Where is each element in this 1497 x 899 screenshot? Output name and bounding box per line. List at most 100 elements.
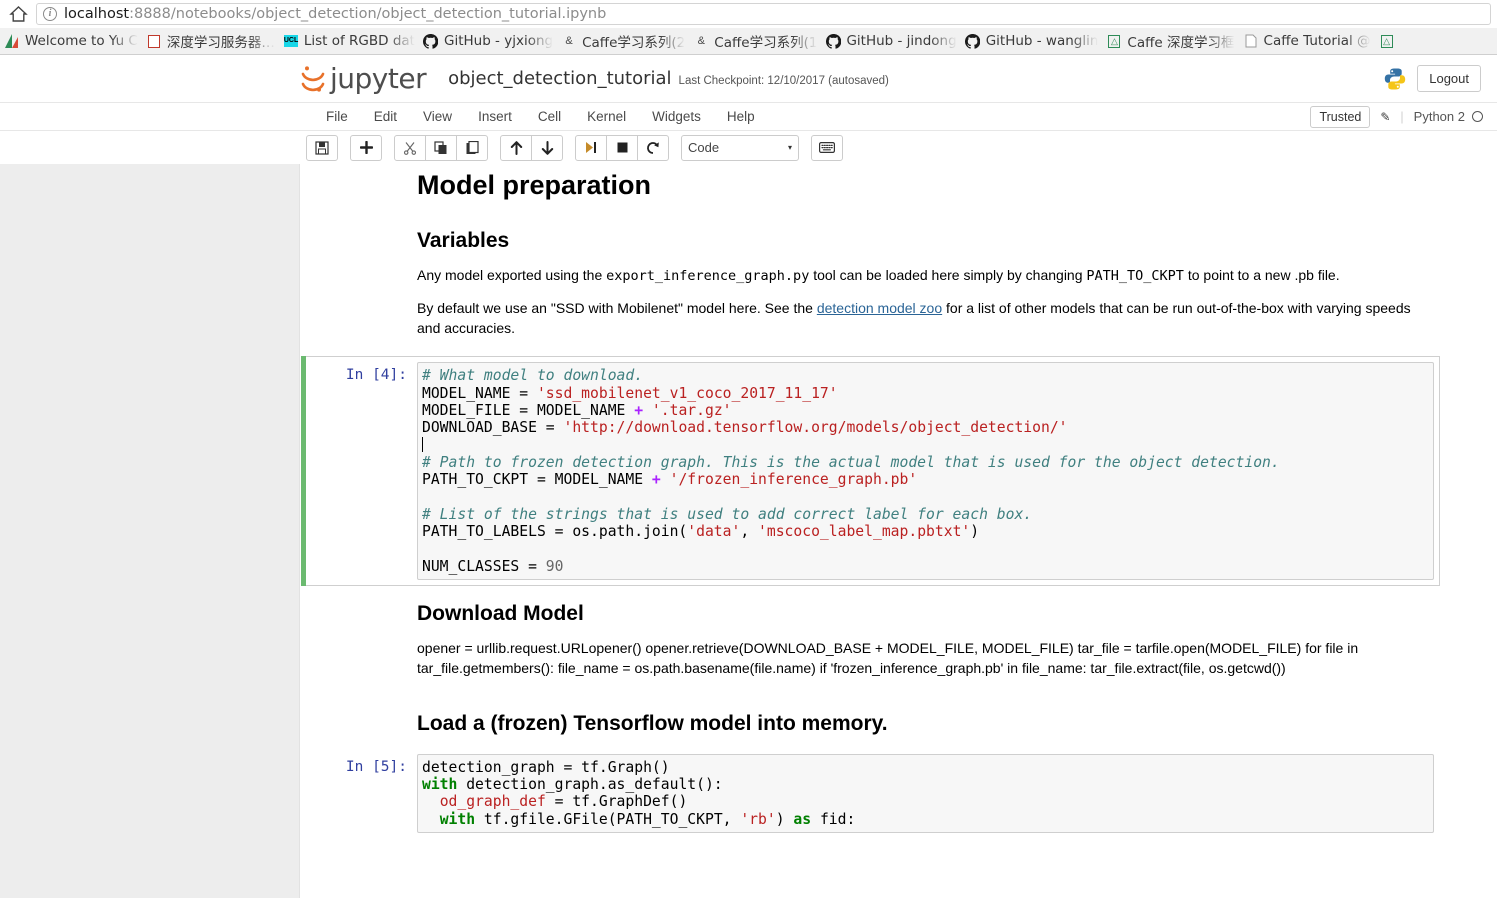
notebook-name[interactable]: object_detection_tutorial [448, 68, 671, 89]
bookmark-item[interactable]: △ [1377, 29, 1406, 54]
code-token: od_graph_def [439, 793, 546, 811]
code-token: 90 [545, 557, 564, 575]
notebook-cell-container: from utils import visualization_utils as… [301, 165, 1440, 839]
page-info-icon[interactable]: i [43, 7, 57, 21]
paste-cell-button[interactable] [456, 134, 488, 161]
code-token: # List of the strings that is used to ad… [422, 505, 1033, 523]
kernel-name-label: Python 2 [1413, 109, 1465, 124]
markdown-paragraph: Any model exported using the export_infe… [417, 265, 1434, 286]
cell-type-select[interactable]: Code ▾ [681, 134, 799, 161]
code-token: + [634, 401, 644, 419]
bookmark-item[interactable]: △ Caffe 深度学习框 [1104, 29, 1240, 54]
markdown-cell[interactable]: Download Model opener = urllib.request.UR… [301, 586, 1440, 696]
page-viewport: from utils import visualization_utils as… [0, 55, 1497, 898]
notebook-body[interactable]: from utils import visualization_utils as… [301, 165, 1440, 898]
code-token: 'ssd_mobilenet_v1_coco_2017_11_17' [536, 384, 838, 402]
run-cell-button[interactable] [575, 134, 607, 161]
bookmark-label: Caffe学习系列(2 [582, 35, 686, 51]
command-palette-button[interactable] [811, 134, 843, 161]
jupyter-logo-icon [300, 64, 326, 94]
menu-file[interactable]: File [313, 105, 361, 128]
bookmark-item[interactable]: Caffe Tutorial @ [1241, 29, 1377, 54]
insert-cell-below-button[interactable] [350, 134, 382, 161]
github-icon [965, 33, 981, 49]
menu-cell[interactable]: Cell [525, 105, 574, 128]
paragraph-text: to point to a new .pb file. [1183, 267, 1340, 284]
menu-view[interactable]: View [410, 105, 465, 128]
toolbar-group [811, 134, 843, 161]
code-line: od_graph_def = tf.GraphDef() [422, 793, 1428, 810]
cell-input-area[interactable]: detection_graph = tf.Graph() with detecti… [417, 753, 1434, 834]
python-logo [1383, 67, 1407, 91]
copy-cell-button[interactable] [425, 134, 457, 161]
code-cell[interactable]: In [4]: # What model to download. MODEL_NA… [301, 356, 1440, 586]
text-cursor [422, 437, 423, 453]
code-line: # List of the strings that is used to ad… [422, 506, 1428, 523]
code-cell[interactable]: In [5]: detection_graph = tf.Graph() with … [301, 748, 1440, 839]
markdown-cell[interactable]: Load a (frozen) Tensorflow model into me… [301, 696, 1440, 748]
restart-kernel-button[interactable] [637, 134, 669, 161]
bookmark-item[interactable]: 深度学习服务器… [144, 29, 281, 54]
save-button[interactable] [306, 134, 338, 161]
move-cell-down-button[interactable] [531, 134, 563, 161]
pencil-icon: ✎ [1380, 109, 1391, 124]
code-token: detection_graph = tf.Graph() [422, 758, 670, 776]
code-token: MODEL_FILE = MODEL_NAME [422, 401, 635, 419]
code-line: # What model to download. [422, 367, 1428, 384]
trusted-badge[interactable]: Trusted [1310, 105, 1371, 128]
logout-button[interactable]: Logout [1417, 65, 1481, 92]
bookmark-label: GitHub - wanglin [985, 33, 1099, 49]
cnblogs-icon: & [565, 34, 573, 47]
bookmark-item[interactable]: & Caffe学习系列(2 [559, 29, 691, 54]
code-line: DOWNLOAD_BASE = 'http://download.tensorf… [422, 419, 1428, 436]
markdown-paragraph: By default we use an "SSD with Mobilenet… [417, 298, 1434, 338]
bookmark-label: 深度学习服务器… [166, 35, 275, 51]
code-token: 'http://download.tensorflow.org/models/o… [563, 419, 1068, 437]
menu-bar-right: Trusted ✎ | Python 2 [1310, 105, 1483, 128]
code-text: # What model to download. MODEL_NAME = 's… [422, 367, 1428, 575]
menu-widgets[interactable]: Widgets [639, 105, 714, 128]
kernel-status-icon[interactable] [1472, 111, 1483, 122]
bookmark-item[interactable]: GitHub - wanglin [963, 29, 1105, 54]
detection-model-zoo-link[interactable]: detection model zoo [817, 300, 942, 316]
book-icon [146, 33, 162, 49]
code-token: 'rb' [740, 810, 776, 828]
markdown-cell[interactable]: Variables Any model exported using the ex… [301, 213, 1440, 356]
menu-kernel[interactable]: Kernel [574, 105, 639, 128]
interrupt-kernel-button[interactable] [606, 134, 638, 161]
move-cell-up-button[interactable] [500, 134, 532, 161]
paragraph-text: Any model exported using the [417, 267, 607, 284]
code-token: , [740, 522, 759, 540]
cut-cell-button[interactable] [394, 134, 426, 161]
markdown-heading: Variables [417, 229, 510, 253]
code-token: fid: [819, 810, 856, 828]
home-icon[interactable] [6, 3, 30, 25]
cell-input-area[interactable]: # What model to download. MODEL_NAME = 's… [417, 362, 1434, 580]
code-token: detection_graph.as_default(): [466, 776, 723, 794]
code-token: '.tar.gz' [651, 401, 732, 419]
jupyter-logo[interactable]: jupyter [300, 62, 427, 95]
bookmark-item[interactable]: & Caffe学习系列(1 [691, 29, 823, 54]
code-token: = tf.GraphDef() [545, 793, 688, 811]
code-line: PATH_TO_CKPT = MODEL_NAME + '/frozen_inf… [422, 471, 1428, 488]
cell-prompt: In [4]: [345, 367, 407, 384]
menu-insert[interactable]: Insert [465, 105, 525, 128]
menu-help[interactable]: Help [714, 105, 768, 128]
bookmark-item[interactable]: GitHub - jindong [823, 29, 962, 54]
code-token: MODEL_NAME = [422, 384, 537, 402]
toolbar-group [350, 134, 382, 161]
markdown-paragraph: opener = urllib.request.URLopener() open… [417, 639, 1359, 676]
bookmarks-bar: Welcome to Yu C 深度学习服务器… UCL List of RGBD d… [0, 28, 1497, 55]
jupyter-toolbar: Code ▾ [0, 131, 1497, 164]
code-line: MODEL_NAME = 'ssd_mobilenet_v1_coco_2017… [422, 385, 1428, 402]
url-text: localhost:8888/notebooks/object_detectio… [64, 6, 606, 22]
markdown-cell[interactable]: Model preparation [301, 165, 1440, 213]
bookmark-item[interactable]: GitHub - yjxiong [421, 29, 559, 54]
address-bar-input[interactable]: i localhost:8888/notebooks/object_detect… [36, 3, 1491, 25]
bookmark-item[interactable]: UCL List of RGBD dat [281, 29, 421, 54]
notebook-checkpoint-label: Last Checkpoint: 12/10/2017 (autosaved) [678, 74, 889, 87]
menu-edit[interactable]: Edit [361, 105, 410, 128]
bookmark-item[interactable]: Welcome to Yu C [2, 29, 144, 54]
